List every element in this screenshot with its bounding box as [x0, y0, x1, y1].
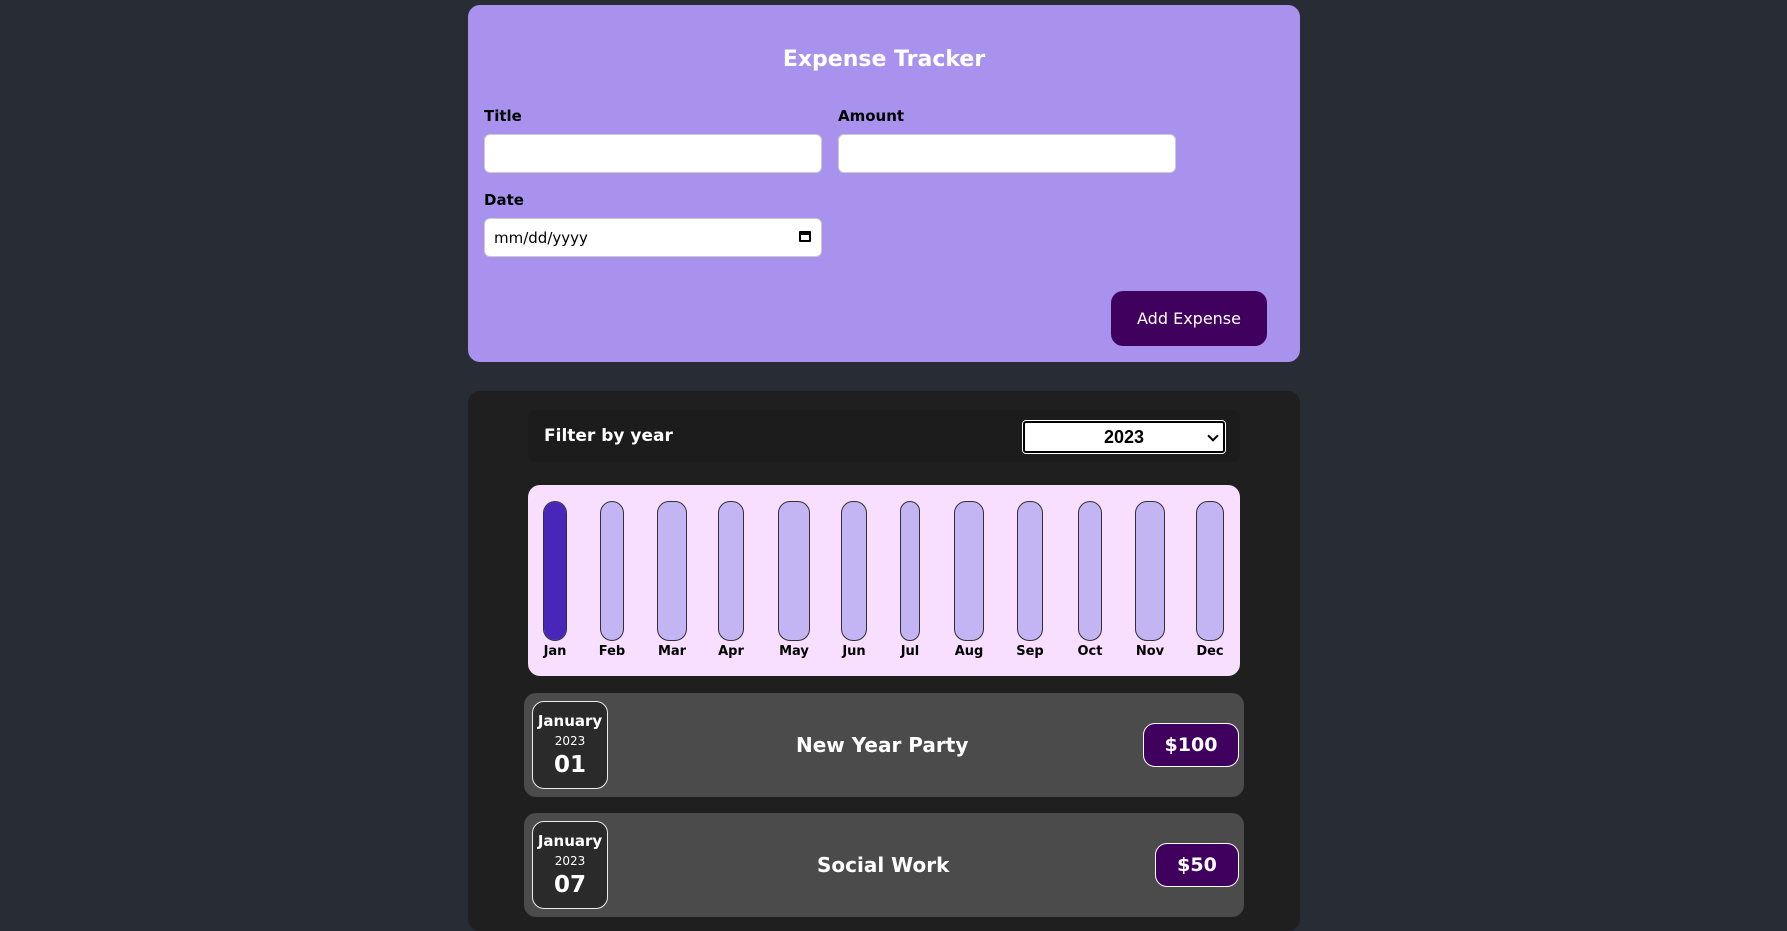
chart-bar-label: Apr — [718, 644, 744, 659]
chart-bar-label: Feb — [598, 644, 626, 659]
date-placeholder: mm/dd/yyyy — [494, 229, 588, 247]
expense-year: 2023 — [554, 854, 586, 868]
expense-title: New Year Party — [796, 733, 969, 757]
expense-title: Social Work — [817, 853, 950, 877]
expense-date: January 2023 07 — [532, 821, 608, 909]
expense-day: 07 — [553, 872, 586, 898]
chart-bar-track — [718, 501, 744, 641]
expense-month: January — [537, 712, 603, 730]
chart-bar-label: Jan — [543, 644, 567, 659]
expense-day: 01 — [553, 752, 586, 778]
form-title: Expense Tracker — [782, 47, 986, 72]
chart-bar-may: May — [778, 501, 810, 661]
chart-bar-apr: Apr — [718, 501, 744, 661]
chart-bar-oct: Oct — [1078, 501, 1102, 661]
chart-bar-fill — [544, 502, 566, 640]
expense-form: Expense Tracker Title Amount Date mm/dd/… — [468, 5, 1300, 362]
chart-bar-track — [543, 501, 567, 641]
chart-bar-sep: Sep — [1016, 501, 1044, 661]
chart-bar-jun: Jun — [841, 501, 867, 661]
chart-bar-label: Aug — [954, 644, 984, 659]
chart-bar-label: Mar — [657, 644, 687, 659]
expense-month: January — [537, 832, 603, 850]
monthly-expenses-chart: Jan Feb Mar Apr May Jun Jul Aug Sep Oct Nov Dec — [528, 485, 1240, 676]
chart-bar-track — [841, 501, 867, 641]
chart-bar-nov: Nov — [1135, 501, 1165, 661]
chart-bar-dec: Dec — [1196, 501, 1224, 661]
add-expense-button[interactable]: Add Expense — [1111, 291, 1267, 346]
chart-bar-feb: Feb — [599, 501, 625, 661]
expense-year: 2023 — [554, 734, 586, 748]
title-label: Title — [484, 107, 522, 125]
expense-item: January 2023 07 Social Work $50 — [524, 813, 1244, 917]
amount-input[interactable] — [838, 134, 1176, 173]
chart-bar-track — [1078, 501, 1102, 641]
year-select[interactable]: 2023 — [1022, 420, 1226, 454]
chart-bar-track — [1135, 501, 1165, 641]
chart-bar-track — [1017, 501, 1043, 641]
chart-bar-track — [657, 501, 687, 641]
chart-bar-track — [600, 501, 624, 641]
chart-bar-aug: Aug — [954, 501, 984, 661]
chart-bar-track — [900, 501, 920, 641]
filter-label: Filter by year — [544, 426, 673, 446]
amount-label: Amount — [838, 107, 905, 125]
chart-bar-label: Jun — [842, 644, 866, 659]
calendar-icon[interactable] — [799, 231, 811, 242]
chart-bar-label: Nov — [1135, 644, 1165, 659]
chart-bar-label: May — [779, 644, 809, 659]
expense-date: January 2023 01 — [532, 701, 608, 789]
expense-amount: $100 — [1143, 723, 1239, 767]
chart-bar-track — [1196, 501, 1224, 641]
chart-bar-track — [778, 501, 810, 641]
selected-year: 2023 — [1103, 427, 1145, 447]
chart-bar-label: Jul — [900, 644, 920, 659]
chart-bar-label: Sep — [1016, 644, 1044, 659]
date-label: Date — [484, 191, 524, 209]
chart-bar-jul: Jul — [900, 501, 920, 661]
expense-item: January 2023 01 New Year Party $100 — [524, 693, 1244, 797]
chart-bar-label: Oct — [1077, 644, 1103, 659]
chevron-down-icon — [1207, 430, 1219, 442]
chart-bar-label: Dec — [1196, 644, 1224, 659]
chart-bar-mar: Mar — [657, 501, 687, 661]
chart-bar-track — [954, 501, 984, 641]
expenses-panel: Filter by year 2023 Jan Feb Mar Apr May Jun Ju… — [468, 391, 1300, 931]
title-input[interactable] — [484, 134, 822, 173]
date-input[interactable]: mm/dd/yyyy — [484, 218, 822, 257]
expense-amount: $50 — [1155, 843, 1239, 887]
year-filter: Filter by year 2023 — [528, 410, 1240, 462]
chart-bar-jan: Jan — [543, 501, 567, 661]
